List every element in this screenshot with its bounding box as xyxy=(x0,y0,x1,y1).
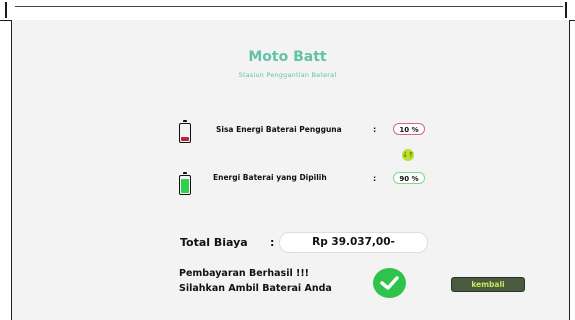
check-mark-svg xyxy=(380,276,399,290)
app-subtitle: Stasiun Penggantian Bateral xyxy=(238,71,337,79)
window-border-right xyxy=(565,2,567,18)
app-title: Moto Batt xyxy=(248,49,327,65)
window-border-left xyxy=(5,2,7,18)
selected-battery-colon: : xyxy=(373,174,377,183)
battery-fill-low xyxy=(181,137,189,141)
low-battery-icon xyxy=(179,120,191,143)
current-battery-value: 10 % xyxy=(393,123,425,135)
window-top-bar xyxy=(0,0,575,21)
battery-fill-full xyxy=(181,179,189,193)
selected-battery-value: 90 % xyxy=(393,172,425,184)
success-message: Pembayaran Berhasil !!! xyxy=(179,268,310,279)
full-battery-icon xyxy=(179,172,191,195)
window-divider xyxy=(15,6,563,7)
back-button[interactable]: kembali xyxy=(451,277,525,292)
current-battery-colon: : xyxy=(373,125,377,134)
pickup-instruction: Silahkan Ambil Baterai Anda xyxy=(179,283,332,294)
selected-battery-label: Energi Baterai yang Dipilih xyxy=(213,173,327,182)
current-battery-label: Sisa Energi Baterai Pengguna xyxy=(216,125,342,134)
check-icon xyxy=(373,268,406,298)
total-colon: : xyxy=(270,236,275,249)
total-label: Total Biaya xyxy=(180,236,248,249)
swap-icon: ↓↑ xyxy=(402,149,414,161)
total-value: Rp 39.037,00- xyxy=(279,232,428,253)
